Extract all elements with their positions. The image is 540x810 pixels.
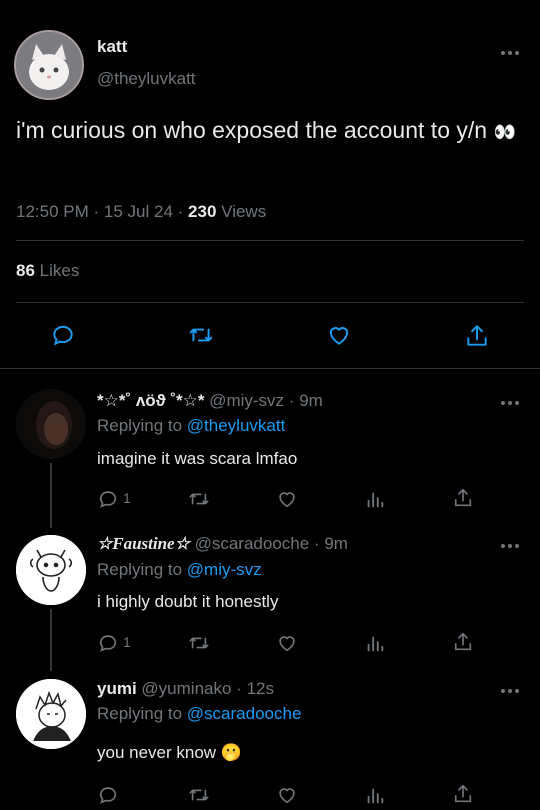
reply-time[interactable]: 12s — [247, 679, 274, 698]
author-handle[interactable]: @theyluvkatt — [97, 69, 196, 89]
likes-stat[interactable]: 86 Likes — [16, 261, 79, 281]
replying-to-prefix: Replying to — [97, 704, 183, 723]
tweet-text-body: i'm curious on who exposed the account t… — [16, 117, 488, 143]
meta-separator: · — [177, 202, 184, 221]
reply-time[interactable]: 9m — [324, 534, 348, 553]
reply-icon[interactable] — [97, 488, 119, 510]
more-icon[interactable] — [501, 400, 521, 406]
reply-author-name[interactable]: *☆*˚ ʌöϑ ˚*☆* — [97, 391, 204, 410]
like-icon[interactable] — [325, 322, 353, 348]
reply-author-name[interactable]: yumi — [97, 679, 137, 698]
reply-count: 1 — [123, 490, 131, 506]
tweet-meta: 12:50 PM · 15 Jul 24 · 230 Views — [16, 202, 266, 222]
retweet-icon[interactable] — [187, 632, 211, 654]
share-icon[interactable] — [452, 630, 474, 654]
avatar-yuminako[interactable] — [16, 679, 86, 749]
meta-separator: · — [236, 679, 242, 698]
replying-to: Replying to @miy-svz — [97, 560, 262, 580]
reply-header: ☆Faustine☆ @scaradooche · 9m — [97, 534, 348, 554]
likes-count: 86 — [16, 261, 35, 280]
views-label: Views — [221, 202, 267, 221]
reply-icon[interactable] — [50, 322, 76, 348]
meta-separator: · — [313, 534, 320, 553]
tweet-date[interactable]: 15 Jul 24 — [104, 202, 173, 221]
retweet-icon[interactable] — [187, 322, 215, 348]
tweet-time[interactable]: 12:50 PM — [16, 202, 89, 221]
share-icon[interactable] — [452, 486, 474, 510]
divider — [16, 240, 524, 241]
meta-separator: · — [288, 391, 295, 410]
more-icon[interactable] — [501, 688, 521, 694]
share-icon[interactable] — [452, 782, 474, 806]
replying-to-prefix: Replying to — [97, 416, 183, 435]
reply-time[interactable]: 9m — [299, 391, 323, 410]
likes-label: Likes — [39, 261, 80, 280]
reply-header: *☆*˚ ʌöϑ ˚*☆* @miy-svz · 9m — [97, 391, 323, 411]
like-icon[interactable] — [275, 488, 299, 510]
retweet-icon[interactable] — [187, 488, 211, 510]
replying-to-handle[interactable]: @miy-svz — [187, 560, 262, 579]
reply-text: i highly doubt it honestly — [97, 592, 279, 611]
reply-author-handle[interactable]: @scaradooche — [195, 534, 310, 553]
reply-count: 1 — [123, 634, 131, 650]
divider — [0, 368, 540, 369]
more-icon[interactable] — [501, 543, 521, 549]
hand-over-mouth-emoji: 🫢 — [220, 743, 242, 762]
reply-text: you never know 🫢 — [97, 743, 242, 763]
eyes-emoji: 👀 — [493, 122, 516, 142]
retweet-icon[interactable] — [187, 784, 211, 806]
replying-to: Replying to @theyluvkatt — [97, 416, 285, 436]
share-icon[interactable] — [464, 322, 490, 350]
avatar-katt[interactable] — [14, 30, 84, 100]
like-icon[interactable] — [275, 784, 299, 806]
author-name[interactable]: katt — [97, 37, 127, 57]
analytics-icon[interactable] — [364, 784, 386, 806]
reply-author-name[interactable]: ☆Faustine☆ — [97, 534, 190, 553]
meta-separator: · — [93, 202, 100, 221]
analytics-icon[interactable] — [364, 632, 386, 654]
reply-author-handle[interactable]: @miy-svz — [209, 391, 284, 410]
replying-to-prefix: Replying to — [97, 560, 183, 579]
replying-to: Replying to @scaradooche — [97, 704, 301, 724]
views-count: 230 — [188, 202, 217, 221]
replying-to-handle[interactable]: @scaradooche — [187, 704, 302, 723]
avatar-miy-svz[interactable] — [16, 389, 86, 459]
more-icon[interactable] — [501, 50, 521, 56]
thread-line — [50, 463, 52, 528]
avatar-scaradooche[interactable] — [16, 535, 86, 605]
divider — [16, 302, 524, 303]
tweet-text: i'm curious on who exposed the account t… — [16, 115, 526, 147]
replying-to-handle[interactable]: @theyluvkatt — [187, 416, 286, 435]
reply-author-handle[interactable]: @yuminako — [141, 679, 231, 698]
like-icon[interactable] — [275, 632, 299, 654]
thread-line — [50, 609, 52, 671]
reply-icon[interactable] — [97, 784, 119, 806]
reply-text: imagine it was scara lmfao — [97, 449, 298, 468]
analytics-icon[interactable] — [364, 488, 386, 510]
reply-header: yumi @yuminako · 12s — [97, 679, 274, 699]
reply-icon[interactable] — [97, 632, 119, 654]
reply-text-body: you never know — [97, 743, 217, 762]
